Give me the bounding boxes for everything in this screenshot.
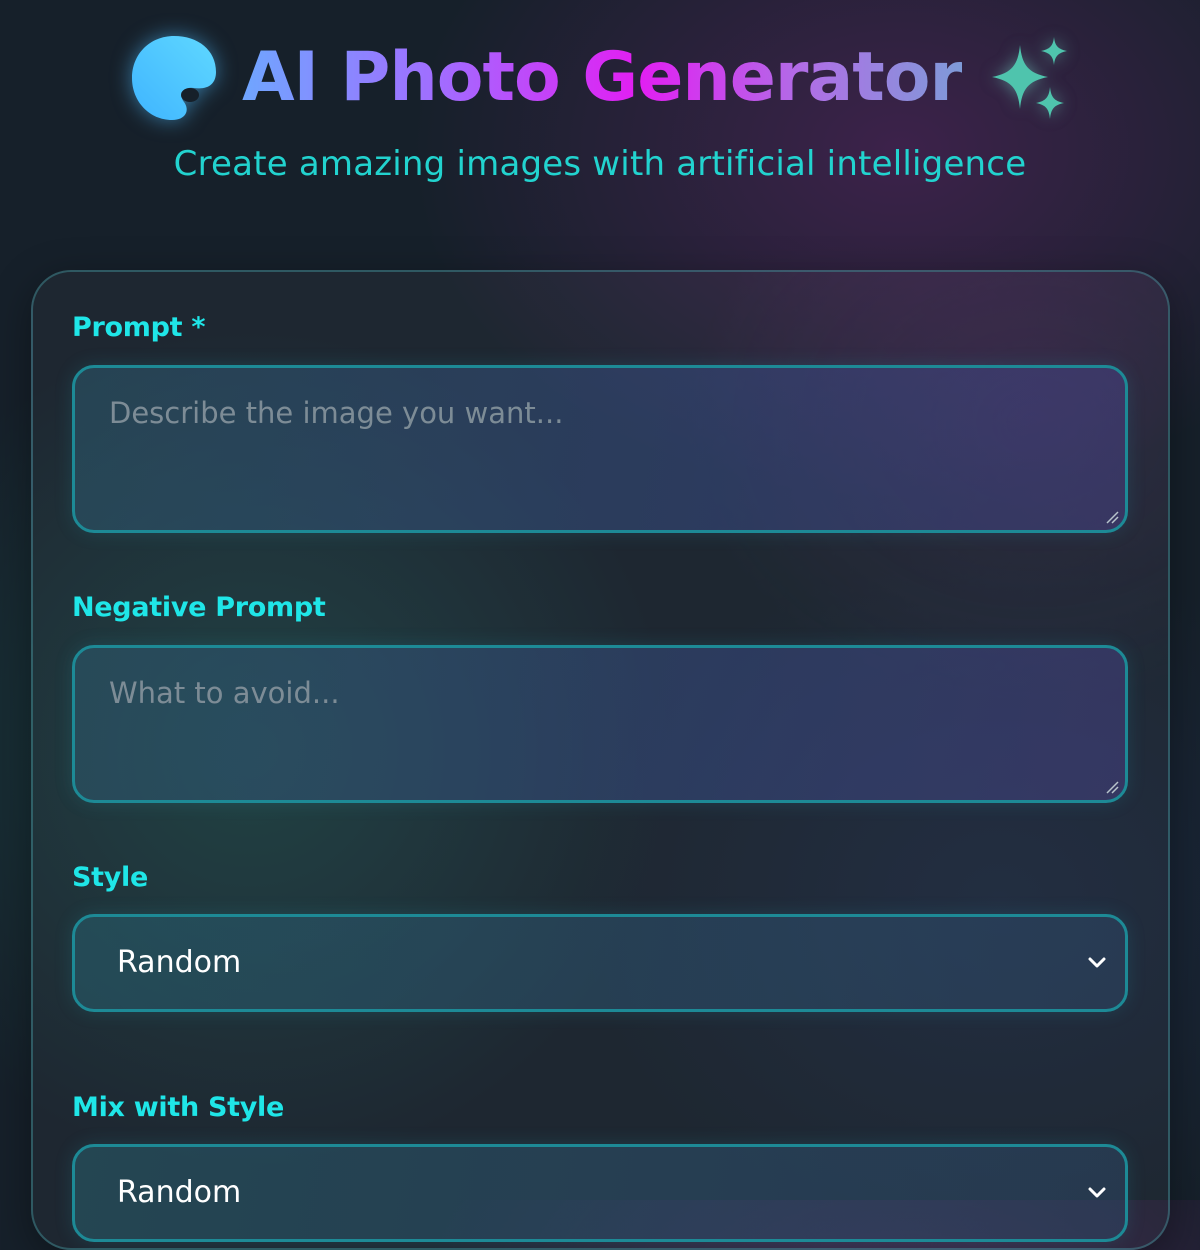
page-title: AI Photo Generator <box>242 28 963 128</box>
style-select[interactable]: Random <box>72 914 1128 1012</box>
mix-with-style-select[interactable]: Random <box>72 1144 1128 1242</box>
palette-icon <box>131 36 216 120</box>
negative-prompt-placeholder: What to avoid... <box>109 676 340 710</box>
mix-with-style-label: Mix with Style <box>72 1092 284 1123</box>
prompt-label: Prompt * <box>72 312 206 343</box>
chevron-down-icon <box>1088 1187 1106 1198</box>
page-header: AI Photo Generator Create amazing images… <box>0 0 1200 220</box>
chevron-down-icon <box>1088 957 1106 968</box>
sparkles-icon <box>992 37 1068 119</box>
resize-handle-icon[interactable] <box>1105 780 1119 794</box>
negative-prompt-input[interactable]: What to avoid... <box>72 645 1128 803</box>
prompt-input[interactable]: Describe the image you want... <box>72 365 1128 533</box>
negative-prompt-label: Negative Prompt <box>72 592 326 623</box>
resize-handle-icon[interactable] <box>1105 510 1119 524</box>
title-row: AI Photo Generator <box>0 28 1200 128</box>
style-selected-value: Random <box>117 945 242 980</box>
prompt-placeholder: Describe the image you want... <box>109 396 564 430</box>
mix-with-style-selected-value: Random <box>117 1175 242 1210</box>
page-subtitle: Create amazing images with artificial in… <box>173 144 1027 184</box>
style-label: Style <box>72 862 149 893</box>
